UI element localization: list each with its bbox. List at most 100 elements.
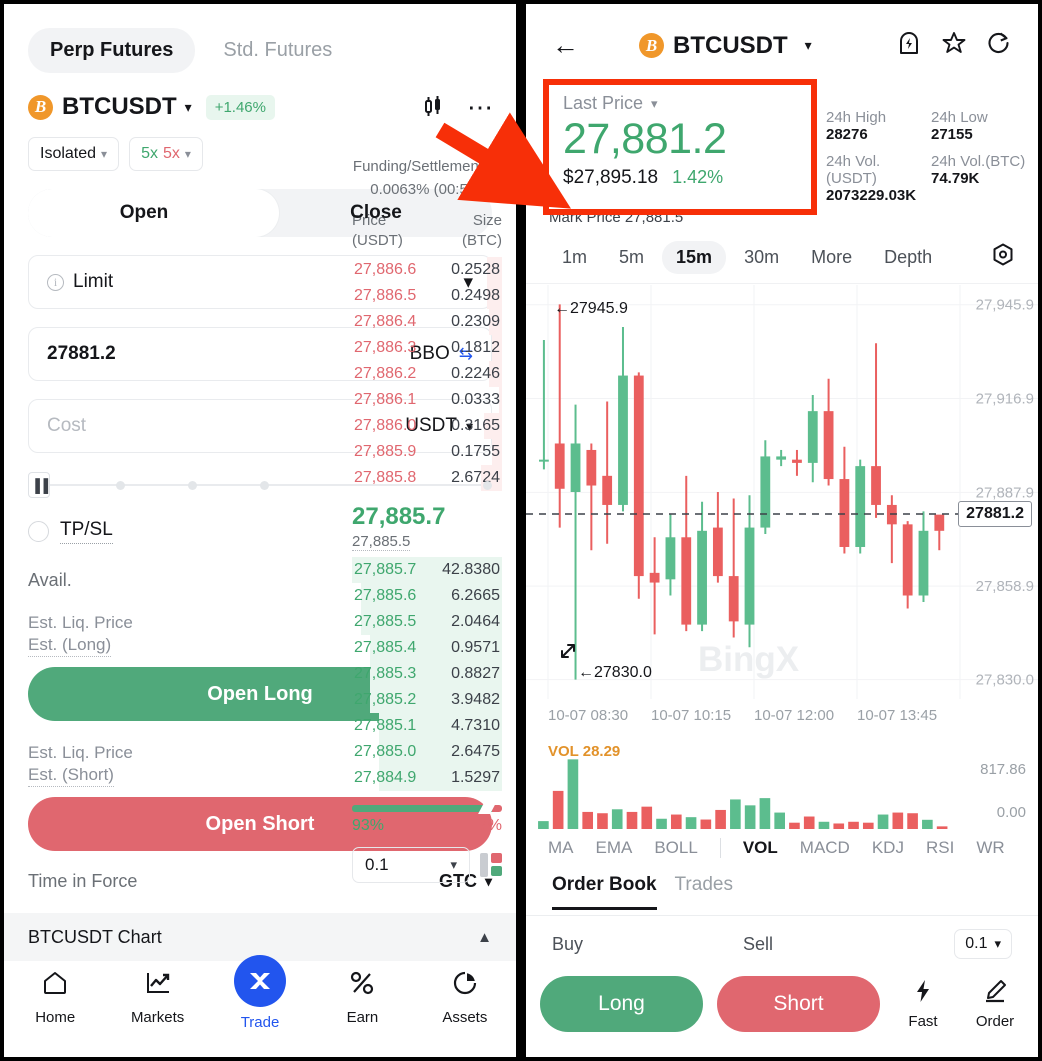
symbol-label[interactable]: BTCUSDT: [62, 93, 177, 121]
indicator-vol[interactable]: VOL: [743, 838, 778, 858]
orderbook-row[interactable]: 27,886.2 0.2246: [352, 361, 502, 387]
timeframe-more[interactable]: More: [797, 241, 866, 274]
indicator-wr[interactable]: WR: [976, 838, 1004, 858]
chevron-down-icon[interactable]: ▾: [185, 99, 192, 116]
orderbook-row[interactable]: 27,885.8 2.6724: [352, 465, 502, 491]
leverage-button[interactable]: 5x 5x ▾: [129, 137, 203, 171]
candlestick-icon[interactable]: [421, 95, 445, 119]
timeframe-5m[interactable]: 5m: [605, 241, 658, 274]
slider-handle[interactable]: ▐▐: [28, 472, 50, 498]
home-icon: [41, 969, 69, 1002]
orderbook-row[interactable]: 27,886.4 0.2309: [352, 309, 502, 335]
orderbook-layout-icon[interactable]: [480, 853, 502, 877]
orderbook-size: 0.2309: [451, 313, 500, 330]
nav-item-trade[interactable]: Trade: [209, 955, 311, 1031]
orderbook-row[interactable]: 27,885.2 3.9482: [352, 687, 502, 713]
right-symbol-label: BTCUSDT: [673, 31, 788, 59]
right-symbol-group[interactable]: B BTCUSDT ▾: [639, 32, 812, 60]
timeframe-bar: 1m 5m 15m 30m More Depth: [526, 232, 1038, 284]
candle-body: [934, 514, 945, 531]
indicator-boll[interactable]: BOLL: [654, 838, 697, 858]
timeframe-15m[interactable]: 15m: [662, 241, 727, 274]
orderbook-row[interactable]: 27,886.3 0.1812: [352, 335, 502, 361]
timeframe-1m[interactable]: 1m: [548, 241, 601, 274]
bottom-navigation-bar: Home Markets Trade Earn Assets: [4, 955, 516, 1057]
order-button[interactable]: Order: [966, 978, 1024, 1030]
orderbook-row[interactable]: 27,885.0 2.6475: [352, 739, 502, 765]
volume-bar: [626, 811, 638, 829]
nav-item-earn[interactable]: Earn: [311, 969, 413, 1026]
nav-label: Home: [35, 1009, 76, 1026]
tpsl-radio[interactable]: [28, 521, 49, 542]
orderbook-row[interactable]: 27,885.6 6.2665: [352, 583, 502, 609]
slider-tick-75[interactable]: [260, 480, 269, 490]
indicator-rsi[interactable]: RSI: [926, 838, 954, 858]
chevron-up-icon[interactable]: ▲: [477, 929, 492, 946]
order-label: Order: [975, 1013, 1015, 1030]
expand-chart-icon[interactable]: [561, 644, 575, 658]
indicator-ema[interactable]: EMA: [596, 838, 633, 858]
candlestick-chart[interactable]: 27,945.9 27,916.9 27,887.9 27,858.9 27,830.0: [526, 285, 1038, 699]
long-button[interactable]: Long: [540, 976, 703, 1032]
refresh-icon[interactable]: [986, 30, 1012, 61]
nav-label: Earn: [346, 1009, 379, 1026]
volume-bar: [611, 809, 623, 829]
price-sub-row: $27,895.18 1.42%: [563, 167, 797, 189]
orderbook-row[interactable]: 27,885.1 4.7310: [352, 713, 502, 739]
candle-body: [697, 530, 707, 625]
orderbook-row[interactable]: 27,886.6 0.2528: [352, 257, 502, 283]
nav-item-home[interactable]: Home: [4, 969, 106, 1026]
indicator-macd[interactable]: MACD: [800, 838, 850, 858]
timeframe-30m[interactable]: 30m: [730, 241, 793, 274]
back-arrow-icon[interactable]: ←: [552, 32, 579, 59]
orderbook-row[interactable]: 27,886.1 0.0333: [352, 387, 502, 413]
orderbook-row[interactable]: 27,885.5 2.0464: [352, 609, 502, 635]
layout-dots-icon: [491, 853, 502, 877]
tab-perp-futures[interactable]: Perp Futures: [28, 28, 196, 73]
orderbook-row[interactable]: 27,885.4 0.9571: [352, 635, 502, 661]
orderbook-size: 0.0333: [451, 391, 500, 408]
favorite-star-icon[interactable]: [941, 30, 967, 61]
tab-order-book[interactable]: Order Book: [552, 874, 657, 910]
chevron-down-icon: ▾: [101, 147, 108, 161]
price-type-label: Last Price: [563, 93, 644, 113]
orderbook-row[interactable]: 27,885.9 0.1755: [352, 439, 502, 465]
short-liq-label: Est. Liq. Price: [28, 743, 133, 762]
right-chart-panel: ← B BTCUSDT ▾ Last Price ▾ 27,881.2 $27,…: [526, 0, 1042, 1061]
tab-std-futures[interactable]: Std. Futures: [201, 28, 354, 73]
orderbook-price: 27,884.9: [354, 769, 417, 786]
chevron-down-icon[interactable]: ▾: [805, 37, 812, 54]
short-button[interactable]: Short: [717, 976, 880, 1032]
grouping-select[interactable]: 0.1 ▾: [954, 929, 1012, 959]
orderbook-price: 27,886.3: [354, 339, 417, 356]
timeframe-depth[interactable]: Depth: [870, 241, 946, 274]
tab-close[interactable]: Close: [260, 189, 492, 237]
orderbook-row[interactable]: 27,885.3 0.8827: [352, 661, 502, 687]
orderbook-row[interactable]: 27,886.5 0.2498: [352, 283, 502, 309]
slider-tick-100[interactable]: [483, 480, 492, 490]
chart-settings-icon[interactable]: [990, 242, 1016, 273]
nav-item-markets[interactable]: Markets: [106, 969, 208, 1026]
orderbook-row[interactable]: 27,886.0 0.3165: [352, 413, 502, 439]
margin-mode-button[interactable]: Isolated ▾: [28, 137, 120, 171]
more-options-icon[interactable]: ⋯: [467, 94, 494, 120]
tab-trades[interactable]: Trades: [675, 874, 733, 907]
fast-trade-button[interactable]: Fast: [894, 978, 952, 1030]
slider-tick-25[interactable]: [116, 480, 125, 490]
indicator-ma[interactable]: MA: [548, 838, 574, 858]
indicator-kdj[interactable]: KDJ: [872, 838, 904, 858]
grouping-select[interactable]: 0.1 ▾: [352, 847, 470, 883]
volume-bar: [552, 790, 564, 829]
price-type-selector[interactable]: Last Price ▾: [563, 93, 797, 114]
chart-bottom-sheet[interactable]: BTCUSDT Chart ▲: [4, 913, 516, 961]
fast-trade-icon[interactable]: [896, 30, 922, 61]
orderbook-row[interactable]: 27,885.7 42.8380: [352, 557, 502, 583]
volume-chart[interactable]: [526, 739, 1038, 829]
nav-label: Assets: [442, 1009, 488, 1026]
orderbook-row[interactable]: 27,884.9 1.5297: [352, 765, 502, 791]
info-icon[interactable]: i: [487, 163, 502, 179]
slider-tick-50[interactable]: [188, 480, 197, 490]
tab-open[interactable]: Open: [28, 189, 260, 237]
nav-item-assets[interactable]: Assets: [414, 969, 516, 1026]
chevron-down-icon: ▾: [651, 95, 658, 111]
